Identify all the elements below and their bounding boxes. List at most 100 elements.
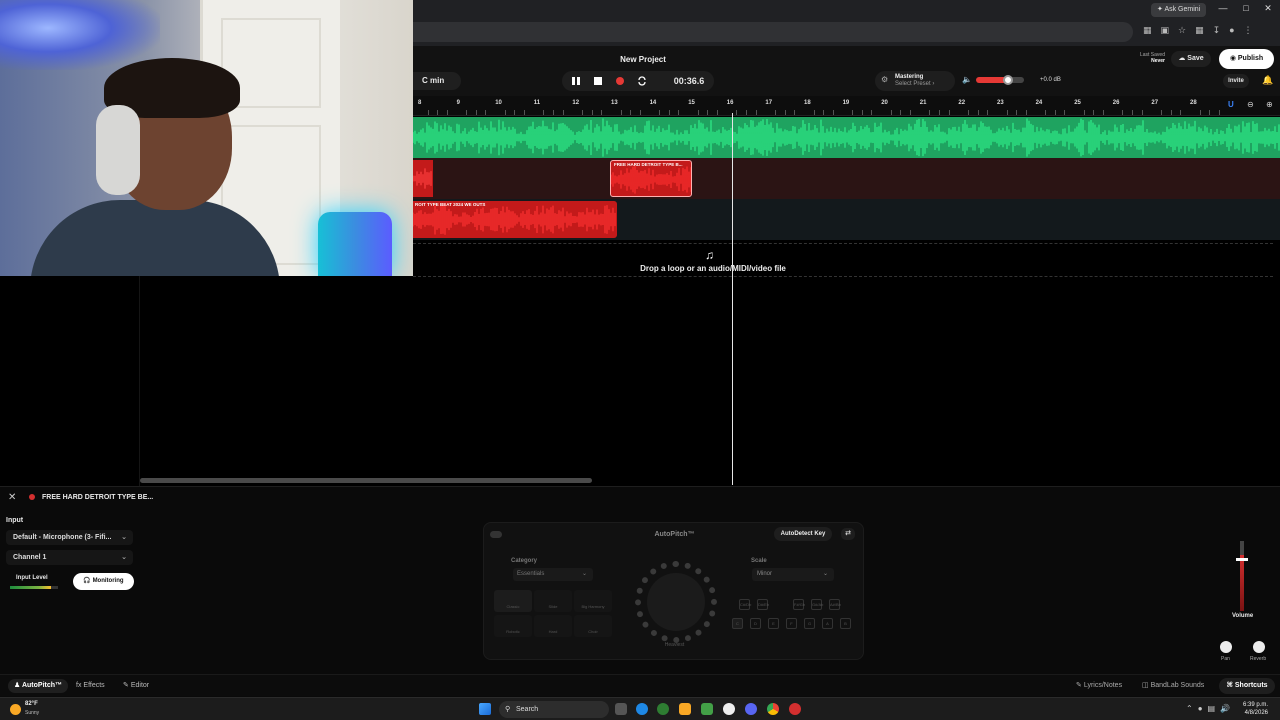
mastering-button[interactable]: ⚙ Mastering Select Preset › <box>875 71 955 91</box>
settings-icon[interactable] <box>723 703 735 715</box>
natural-key[interactable]: A <box>822 618 833 629</box>
master-volume-slider[interactable] <box>976 77 1024 83</box>
style-robotic[interactable]: Robotic <box>494 615 532 637</box>
autodetect-key-button[interactable]: AutoDetect Key <box>774 527 832 541</box>
track-lane-3[interactable]: ROIT TYPE BEAT 2024 WE OUTS <box>413 199 1280 240</box>
task-view-icon[interactable] <box>615 703 627 715</box>
ruler-tick-label: 20 <box>881 100 888 106</box>
volume-fader-thumb[interactable] <box>1236 558 1248 561</box>
loop-icon[interactable] <box>637 76 647 86</box>
tab-effects[interactable]: fx Effects <box>70 679 111 693</box>
sharp-key[interactable]: D#/Eb <box>757 599 769 610</box>
ruler-subtick <box>900 110 902 115</box>
timeline-ruler[interactable]: 8 9 10 11 12 13 14 15 16 17 18 19 20 21 22 23 24 25 26 27 28… <box>413 96 1280 116</box>
natural-key[interactable]: E <box>768 618 779 629</box>
bell-icon[interactable]: 🔔 <box>1262 75 1273 86</box>
audio-clip[interactable] <box>413 160 433 197</box>
key-selector[interactable]: C min <box>413 72 461 90</box>
tab-editor[interactable]: ✎ Editor <box>117 679 155 693</box>
input-device-select[interactable]: Default - Microphone (3- Fifi... ⌄ <box>6 530 133 545</box>
project-title[interactable]: New Project <box>618 55 668 64</box>
close-window-button[interactable]: ✕ <box>1261 3 1275 14</box>
save-button[interactable]: ☁ Save <box>1171 51 1211 67</box>
last-saved-value: Never <box>1151 58 1165 64</box>
lyrics-notes-button[interactable]: ✎ Lyrics/Notes <box>1070 679 1128 693</box>
audio-clip[interactable]: ROIT TYPE BEAT 2024 WE OUTS <box>413 201 617 238</box>
minimize-button[interactable]: — <box>1216 3 1230 13</box>
app-icon[interactable] <box>657 703 669 715</box>
file-explorer-icon[interactable] <box>679 703 691 715</box>
monitoring-button[interactable]: 🎧 Monitoring <box>73 573 134 590</box>
ruler-subtick <box>639 110 641 115</box>
category-select[interactable]: Essentials ⌄ <box>513 568 593 581</box>
zoom-out-icon[interactable]: ⊖ <box>1247 100 1254 109</box>
clip-waveform <box>413 168 432 189</box>
windows-start-icon[interactable] <box>479 703 491 715</box>
natural-key[interactable]: F <box>786 618 797 629</box>
taskbar-search[interactable]: ⚲ Search <box>499 701 609 718</box>
style-classic[interactable]: Classic <box>494 590 532 612</box>
shortcuts-button[interactable]: ⌘ Shortcuts <box>1219 678 1275 694</box>
chevron-down-icon: ⌄ <box>121 554 127 561</box>
drop-zone[interactable]: ♫ Drop a loop or an audio/MIDI/video fil… <box>413 243 1273 277</box>
ruler-subtick <box>620 110 622 115</box>
style-choir[interactable]: Choir <box>574 615 612 637</box>
magnet-icon[interactable]: U <box>1228 100 1234 109</box>
discord-icon[interactable] <box>745 703 757 715</box>
sharp-key[interactable]: G#/Ab <box>811 599 823 610</box>
track-lane-1[interactable] <box>413 117 1280 158</box>
style-slide[interactable]: Slide <box>534 590 572 612</box>
natural-key[interactable]: C <box>732 618 743 629</box>
clock[interactable]: 6:39 p.m. 4/8/2026 <box>1243 701 1268 717</box>
natural-key[interactable]: D <box>750 618 761 629</box>
obs-icon[interactable] <box>789 703 801 715</box>
weather-temperature[interactable]: 82°F <box>25 701 38 707</box>
system-tray-icons[interactable]: ⌃●▤🔊 <box>1186 704 1235 713</box>
master-volume-thumb[interactable] <box>1003 75 1013 85</box>
invite-button[interactable]: Invite <box>1223 74 1249 88</box>
tab-autopitch[interactable]: ♟ AutoPitch™ <box>8 679 69 693</box>
natural-key[interactable]: B <box>840 618 851 629</box>
sharp-key[interactable]: C#/Db <box>739 599 751 610</box>
extensions-icons[interactable]: ▦▣☆▦↧●⋮ <box>1143 25 1262 36</box>
audio-clip-selected[interactable]: FREE HARD DETROIT TYPE B... <box>610 160 692 197</box>
strength-knob[interactable] <box>647 573 705 631</box>
sharp-key[interactable]: F#/Gb <box>793 599 805 610</box>
zoom-in-icon[interactable]: ⊕ <box>1266 100 1273 109</box>
bandlab-sounds-button[interactable]: ◫ BandLab Sounds <box>1136 679 1210 693</box>
volume-meter[interactable] <box>1240 541 1244 611</box>
weather-condition[interactable]: Sunny <box>25 710 39 716</box>
ruler-tick-label: 15 <box>688 100 695 106</box>
sharp-key[interactable]: A#/Bb <box>829 599 841 610</box>
edge-icon[interactable] <box>636 703 648 715</box>
track-lane-2[interactable]: FREE HARD DETROIT TYPE B... <box>413 158 1280 199</box>
close-icon[interactable]: ✕ <box>8 492 16 503</box>
ruler-subtick <box>543 110 545 115</box>
maximize-button[interactable]: □ <box>1239 3 1253 13</box>
pause-icon[interactable] <box>571 76 581 86</box>
ruler-subtick <box>659 110 661 115</box>
reverb-knob[interactable] <box>1253 641 1265 653</box>
ruler-subtick <box>746 110 747 115</box>
speaker-icon[interactable]: 🔈 <box>962 75 972 84</box>
record-icon[interactable] <box>615 76 625 86</box>
horizontal-scrollbar[interactable] <box>140 478 592 483</box>
playhead[interactable] <box>732 113 733 485</box>
chrome-icon[interactable] <box>767 703 779 715</box>
stop-icon[interactable] <box>593 76 603 86</box>
scale-select[interactable]: Minor ⌄ <box>752 568 834 581</box>
style-hard[interactable]: Hard <box>534 615 572 637</box>
channel-select[interactable]: Channel 1 ⌄ <box>6 550 133 565</box>
swap-icon[interactable]: ⇄ <box>841 528 855 540</box>
publish-button[interactable]: ◉ Publish <box>1219 49 1274 69</box>
store-icon[interactable] <box>701 703 713 715</box>
drop-hint: Drop a loop or an audio/MIDI/video file <box>640 264 786 273</box>
address-bar[interactable] <box>413 22 1133 42</box>
pan-knob[interactable] <box>1220 641 1232 653</box>
sun-icon[interactable] <box>10 704 21 715</box>
natural-key[interactable]: G <box>804 618 815 629</box>
ask-gemini-button[interactable]: ✦ Ask Gemini <box>1151 3 1207 17</box>
category-label: Category <box>511 558 538 564</box>
style-big-harmony[interactable]: Big Harmony <box>574 590 612 612</box>
ruler-subtick <box>475 110 477 115</box>
